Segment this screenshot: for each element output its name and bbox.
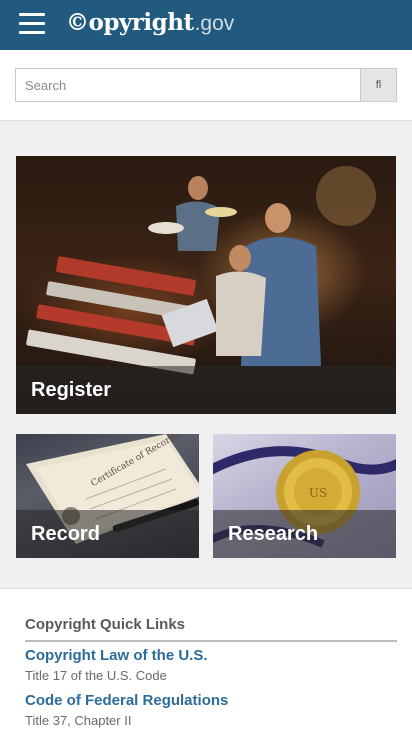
search-bar: fl [15,68,397,102]
quick-links-divider [25,640,397,642]
research-label: Research [213,510,396,558]
hamburger-menu-icon[interactable] [19,13,45,35]
svg-text:US: US [309,486,327,500]
quick-link-copyright-law-sub: Title 17 of the U.S. Code [25,668,167,683]
quick-link-copyright-law[interactable]: Copyright Law of the U.S. [25,647,208,664]
record-tile[interactable]: Certificate of Recordation Record [16,434,199,558]
quick-links-title: Copyright Quick Links [25,616,186,633]
logo-wordmark: ©opyright [66,9,194,36]
search-button[interactable]: fl [360,68,397,102]
logo-tld: .gov [194,12,235,35]
site-logo[interactable]: ©opyright .gov [66,9,234,39]
search-input[interactable] [15,68,361,102]
quick-link-cfr[interactable]: Code of Federal Regulations [25,692,228,709]
register-tile[interactable]: Register [16,156,396,414]
research-tile[interactable]: US Research [213,434,396,558]
register-label: Register [16,366,396,414]
search-icon: fl [375,79,382,91]
record-label: Record [16,510,199,558]
top-header: ©opyright .gov [0,0,412,50]
quick-link-cfr-sub: Title 37, Chapter II [25,713,132,728]
